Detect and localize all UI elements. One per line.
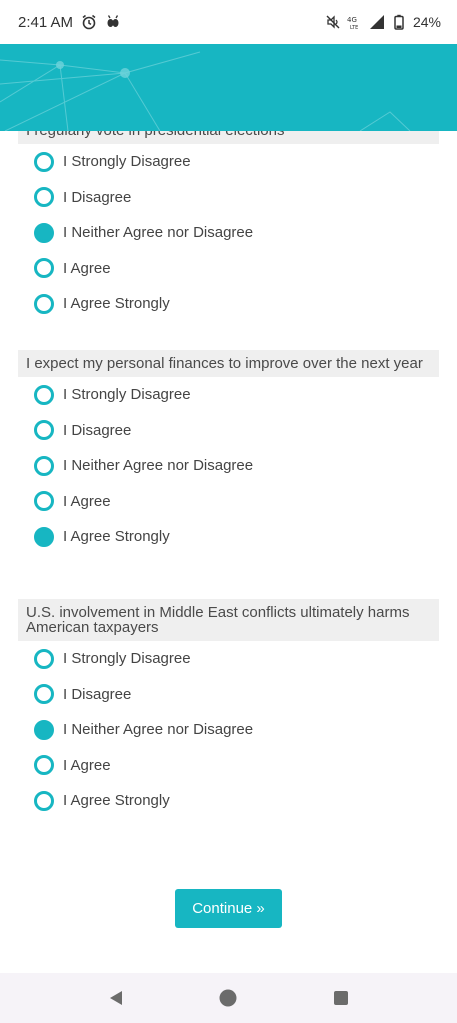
status-right: 4G LTE 24% (325, 14, 441, 30)
answer-options: I Strongly Disagree I Disagree I Neither… (18, 144, 439, 322)
radio-button[interactable] (34, 455, 54, 476)
option-agree-strongly[interactable]: I Agree Strongly (34, 519, 439, 555)
option-label: I Disagree (63, 685, 132, 703)
radio-button[interactable] (34, 491, 54, 512)
option-agree[interactable]: I Agree (34, 748, 439, 784)
question-prompt: I regularly vote in presidential electio… (18, 131, 439, 144)
option-label: I Disagree (63, 188, 132, 206)
signal-icon (369, 15, 384, 29)
option-neither[interactable]: I Neither Agree nor Disagree (34, 448, 439, 484)
svg-text:4G: 4G (347, 16, 357, 24)
lte-icon: 4G LTE (347, 16, 358, 30)
battery-percent: 24% (412, 14, 441, 30)
option-label: I Neither Agree nor Disagree (63, 457, 254, 475)
option-neither[interactable]: I Neither Agree nor Disagree (34, 712, 439, 748)
option-agree[interactable]: I Agree (34, 484, 439, 520)
home-button[interactable] (208, 978, 248, 1018)
radio-button[interactable] (34, 684, 54, 705)
question-1: I regularly vote in presidential electio… (18, 131, 439, 322)
option-agree-strongly[interactable]: I Agree Strongly (34, 286, 439, 322)
radio-button[interactable] (34, 790, 54, 811)
home-icon (219, 989, 237, 1007)
survey-content[interactable]: I regularly vote in presidential electio… (0, 131, 457, 973)
status-left: 2:41 AM (18, 14, 121, 31)
continue-button[interactable]: Continue » (175, 889, 282, 928)
radio-button[interactable] (34, 420, 54, 441)
answer-options: I Strongly Disagree I Disagree I Neither… (18, 377, 439, 555)
system-nav-bar (0, 973, 457, 1023)
option-strongly-disagree[interactable]: I Strongly Disagree (34, 144, 439, 180)
option-disagree[interactable]: I Disagree (34, 413, 439, 449)
header-banner (0, 44, 457, 131)
radio-button[interactable] (34, 187, 54, 208)
status-time: 2:41 AM (18, 13, 74, 31)
battery-icon (394, 14, 404, 30)
network-pattern (0, 51, 411, 131)
alarm-icon (82, 14, 96, 30)
radio-button[interactable] (34, 293, 54, 314)
option-neither[interactable]: I Neither Agree nor Disagree (34, 215, 439, 251)
option-label: I Strongly Disagree (63, 386, 191, 404)
option-label: I Strongly Disagree (63, 153, 191, 171)
option-label: I Agree Strongly (63, 528, 170, 546)
option-label: I Agree (63, 492, 111, 510)
radio-button-selected[interactable] (34, 222, 54, 243)
option-agree[interactable]: I Agree (34, 251, 439, 287)
option-label: I Disagree (63, 421, 132, 439)
option-disagree[interactable]: I Disagree (34, 677, 439, 713)
option-strongly-disagree[interactable]: I Strongly Disagree (34, 641, 439, 677)
radio-button[interactable] (34, 384, 54, 405)
radio-button[interactable] (34, 151, 54, 172)
radio-button-selected[interactable] (34, 719, 54, 740)
radio-button[interactable] (34, 755, 54, 776)
answer-options: I Strongly Disagree I Disagree I Neither… (18, 641, 439, 819)
option-label: I Agree Strongly (63, 295, 170, 313)
svg-text:LTE: LTE (350, 25, 358, 30)
option-label: I Agree (63, 756, 111, 774)
radio-button-selected[interactable] (34, 526, 54, 547)
bug-icon (107, 15, 119, 27)
back-button[interactable] (96, 978, 136, 1018)
back-icon (110, 991, 123, 1005)
option-strongly-disagree[interactable]: I Strongly Disagree (34, 377, 439, 413)
option-agree-strongly[interactable]: I Agree Strongly (34, 783, 439, 819)
option-label: I Neither Agree nor Disagree (63, 224, 254, 242)
option-label: I Neither Agree nor Disagree (63, 721, 254, 739)
radio-button[interactable] (34, 648, 54, 669)
option-label: I Agree (63, 259, 111, 277)
question-prompt: I expect my personal finances to improve… (18, 350, 439, 377)
radio-button[interactable] (34, 258, 54, 279)
question-3: U.S. involvement in Middle East conflict… (18, 599, 439, 819)
option-disagree[interactable]: I Disagree (34, 180, 439, 216)
option-label: I Agree Strongly (63, 792, 170, 810)
status-bar: 2:41 AM 4G LTE 24% (0, 0, 457, 44)
recents-icon (333, 991, 348, 1005)
recents-button[interactable] (321, 978, 361, 1018)
question-prompt: U.S. involvement in Middle East conflict… (18, 599, 439, 641)
mute-icon (326, 15, 340, 29)
question-2: I expect my personal finances to improve… (18, 350, 439, 555)
option-label: I Strongly Disagree (63, 650, 191, 668)
